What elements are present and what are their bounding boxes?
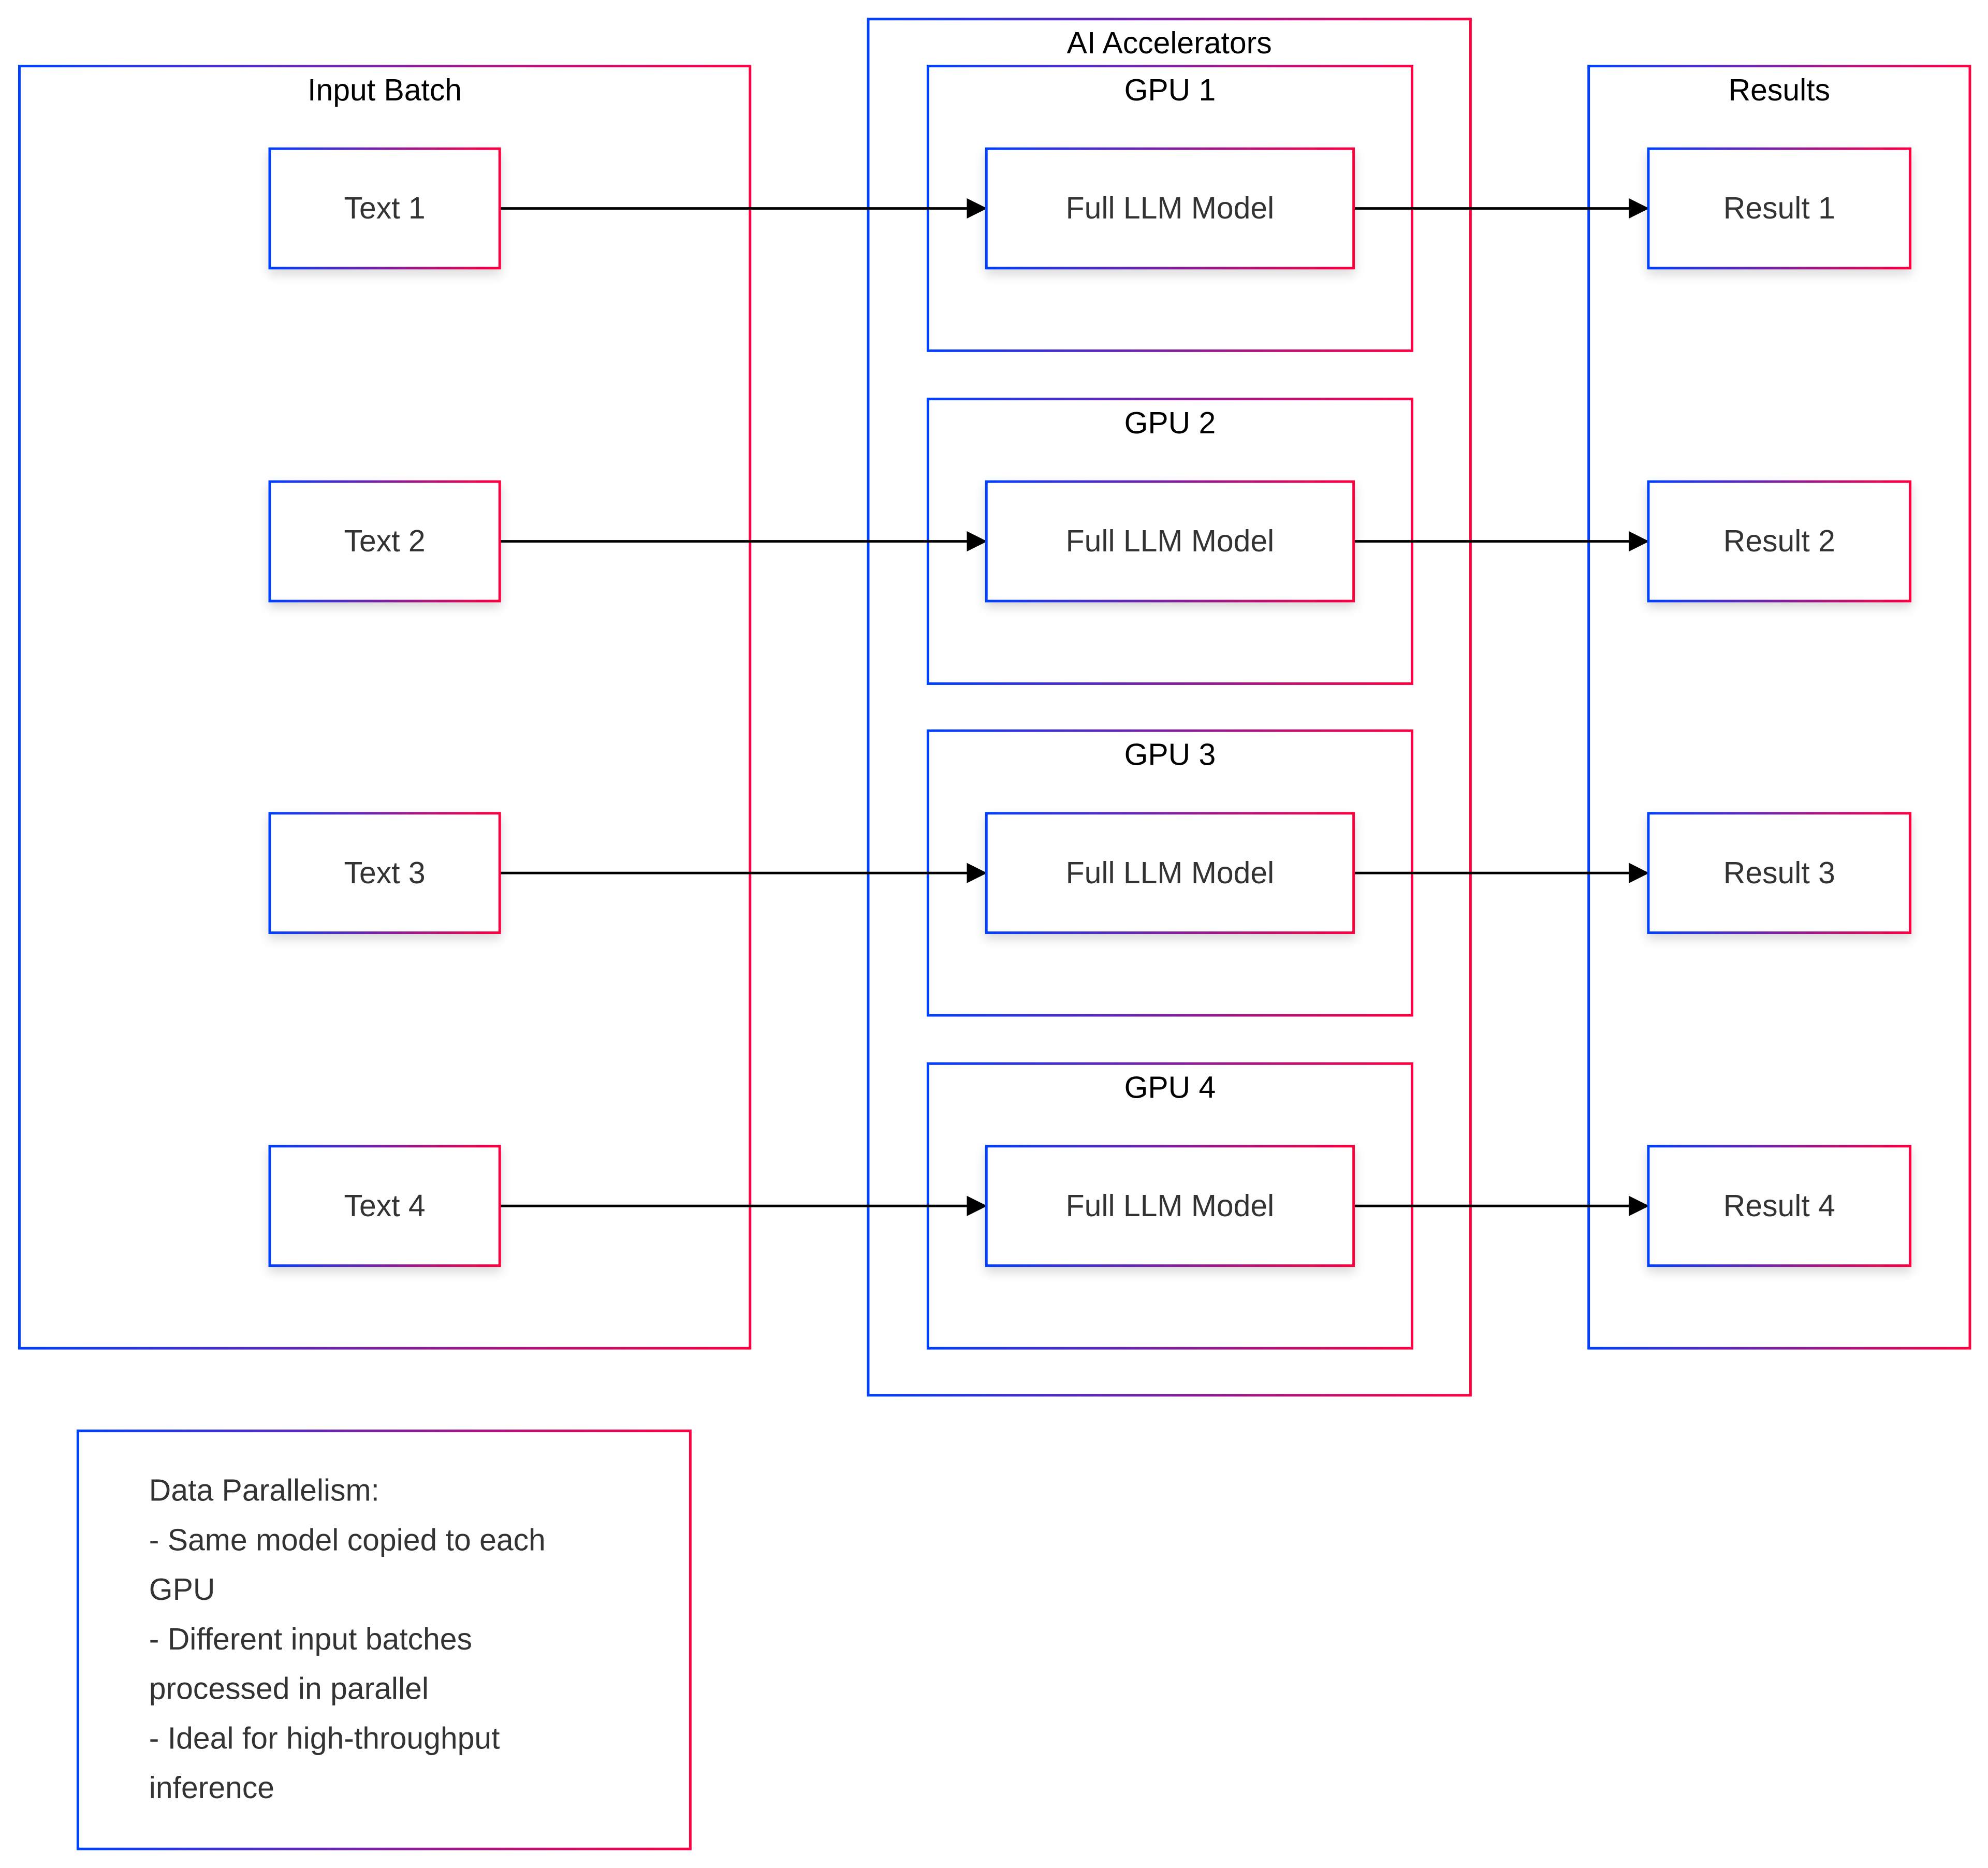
input-node-4-label: Text 4 xyxy=(344,1189,426,1223)
cluster-gpu-3-title: GPU 3 xyxy=(1124,738,1216,772)
result-node-1-label: Result 1 xyxy=(1723,192,1835,225)
note-line: - Ideal for high-throughput xyxy=(149,1721,500,1755)
result-node-3[interactable]: Result 3 xyxy=(1647,812,1912,934)
result-node-2[interactable]: Result 2 xyxy=(1647,480,1912,603)
cluster-gpu-1-title: GPU 1 xyxy=(1124,74,1216,107)
input-node-2[interactable]: Text 2 xyxy=(268,480,501,603)
result-node-1[interactable]: Result 1 xyxy=(1647,147,1912,270)
note-line: Data Parallelism: xyxy=(149,1474,379,1508)
input-node-2-label: Text 2 xyxy=(344,524,426,558)
result-node-2-label: Result 2 xyxy=(1723,524,1835,558)
model-node-4[interactable]: Full LLM Model xyxy=(985,1145,1355,1267)
note-line: processed in parallel xyxy=(149,1672,429,1706)
input-node-4[interactable]: Text 4 xyxy=(268,1145,501,1267)
cluster-gpu-2-title: GPU 2 xyxy=(1124,406,1216,440)
note-line: - Same model copied to each xyxy=(149,1523,546,1557)
note-line: inference xyxy=(149,1771,274,1805)
cluster-ai-accelerators-title: AI Accelerators xyxy=(1067,26,1272,60)
model-node-4-label: Full LLM Model xyxy=(1066,1189,1275,1223)
data-parallelism-diagram: Input Batch AI Accelerators Results GPU 1 GP… xyxy=(18,18,1971,1850)
model-node-3[interactable]: Full LLM Model xyxy=(985,812,1355,934)
input-node-3[interactable]: Text 3 xyxy=(268,812,501,934)
cluster-results-title: Results xyxy=(1729,74,1830,107)
cluster-input-batch-title: Input Batch xyxy=(308,74,462,107)
note-line: GPU xyxy=(149,1573,215,1607)
input-node-1[interactable]: Text 1 xyxy=(268,147,501,270)
result-node-4[interactable]: Result 4 xyxy=(1647,1145,1912,1267)
model-node-3-label: Full LLM Model xyxy=(1066,856,1275,890)
model-node-2[interactable]: Full LLM Model xyxy=(985,480,1355,603)
input-node-1-label: Text 1 xyxy=(344,192,426,225)
input-node-3-label: Text 3 xyxy=(344,856,426,890)
model-node-1[interactable]: Full LLM Model xyxy=(985,147,1355,270)
cluster-gpu-4-title: GPU 4 xyxy=(1124,1071,1216,1105)
result-node-3-label: Result 3 xyxy=(1723,856,1835,890)
note-line: - Different input batches xyxy=(149,1623,472,1656)
result-node-4-label: Result 4 xyxy=(1723,1189,1835,1223)
note-data-parallelism: Data Parallelism: - Same model copied to … xyxy=(76,1429,692,1850)
model-node-2-label: Full LLM Model xyxy=(1066,524,1275,558)
model-node-1-label: Full LLM Model xyxy=(1066,192,1275,225)
